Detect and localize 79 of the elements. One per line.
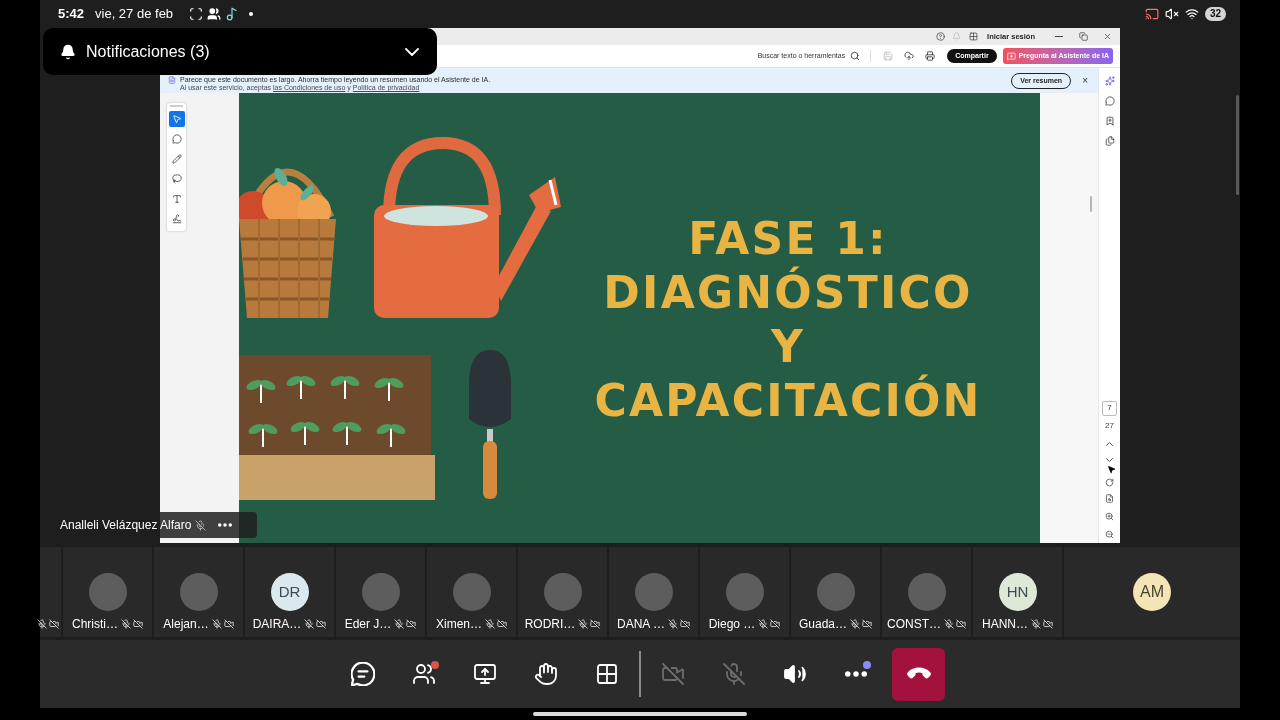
more-icon[interactable] — [218, 523, 233, 527]
search-icon — [850, 51, 861, 61]
help-icon[interactable] — [936, 32, 946, 41]
speaker-icon — [783, 662, 807, 686]
avatar-photo-placeholder — [88, 573, 127, 611]
mute-icon — [1164, 7, 1179, 21]
participant-name: Christi… — [72, 617, 118, 631]
avatar-photo-placeholder — [634, 573, 673, 611]
rotate-icon[interactable] — [1105, 478, 1114, 487]
avatar-photo-placeholder — [179, 573, 218, 611]
initials-avatar: AM — [1133, 573, 1171, 611]
close-icon[interactable] — [1103, 32, 1112, 41]
pages-icon[interactable] — [1104, 136, 1115, 146]
hang-up-button[interactable] — [892, 647, 945, 701]
participant-name: Eder J… — [344, 617, 392, 631]
speech-bubble-icon — [171, 134, 182, 144]
participant-name: Guada… — [799, 617, 847, 631]
cursor-icon — [1107, 465, 1116, 474]
presenter-name: Analleli Velázquez Alfaro — [60, 517, 192, 534]
print-icon[interactable] — [925, 51, 936, 61]
more-icon — [845, 671, 867, 677]
chevron-down-icon[interactable] — [1106, 458, 1113, 462]
sparkles-icon[interactable] — [1104, 76, 1115, 86]
signature-icon — [171, 214, 182, 224]
participant-name: RODRI… — [524, 617, 576, 631]
participant-name: CONST… — [887, 617, 941, 631]
participant-name: DAIRA… — [252, 617, 302, 631]
scrollbar-thumb[interactable] — [1090, 196, 1092, 212]
people-icon — [207, 7, 222, 21]
bookmark-icon[interactable] — [1104, 116, 1115, 126]
avatar-photo-placeholder — [452, 573, 491, 611]
wifi-icon — [1184, 7, 1199, 21]
chat-plus-icon — [1006, 51, 1016, 61]
battery-indicator: 32 — [1204, 7, 1226, 21]
lasso-icon — [171, 174, 182, 184]
avatar-photo-placeholder — [361, 573, 400, 611]
notifications-button[interactable]: Notificaciones (3) — [43, 28, 437, 75]
pointer-icon — [171, 114, 182, 124]
avatar-photo-placeholder — [816, 573, 855, 611]
initials-avatar: DR — [270, 573, 309, 611]
participant-name: DANA … — [617, 617, 665, 631]
date-text: vie, 27 de feb — [95, 5, 174, 24]
participant-name: Ximen… — [436, 617, 482, 631]
music-note-icon — [225, 7, 240, 21]
clock-time: 5:42 — [58, 5, 85, 24]
grid-icon — [595, 662, 619, 686]
participant-name: HANN… — [982, 617, 1028, 631]
camera-off-icon — [661, 662, 685, 686]
chat-icon — [351, 662, 375, 686]
pencil-icon — [171, 154, 182, 164]
file-search-icon[interactable] — [1105, 493, 1114, 503]
zoom-out-icon[interactable] — [1105, 529, 1114, 539]
restore-icon[interactable] — [1079, 32, 1088, 41]
chevron-down-icon — [405, 47, 419, 56]
document-icon — [168, 76, 176, 84]
people-icon — [412, 662, 436, 686]
zoom-in-icon[interactable] — [1105, 511, 1114, 521]
cast-icon — [1144, 7, 1159, 21]
initials-avatar: HN — [998, 573, 1037, 611]
share-screen-icon — [473, 662, 497, 686]
chevron-up-icon[interactable] — [1106, 442, 1113, 446]
slide-title: FASE 1: DIAGNÓSTICO Y CAPACITACIÓN — [594, 212, 982, 428]
apps-icon[interactable] — [969, 32, 979, 41]
tool-button[interactable] — [168, 111, 185, 127]
upload-icon[interactable] — [904, 51, 915, 61]
scan-icon — [189, 7, 204, 21]
speech-bubble-icon[interactable] — [1104, 96, 1115, 106]
avatar-photo-placeholder — [907, 573, 946, 611]
page-count: 27 — [1105, 420, 1114, 432]
text-tool-icon — [171, 194, 182, 204]
bell-icon — [60, 43, 76, 60]
avatar-photo-placeholder — [725, 573, 764, 611]
avatar-photo-placeholder — [543, 573, 582, 611]
page-number-field[interactable]: 7 — [1102, 400, 1117, 416]
mic-off-icon — [722, 662, 746, 686]
hand-icon — [534, 662, 558, 686]
banner-close-button[interactable]: × — [1082, 75, 1088, 87]
participant-name: Diego … — [708, 617, 756, 631]
participant-name: Alejan… — [163, 617, 209, 631]
